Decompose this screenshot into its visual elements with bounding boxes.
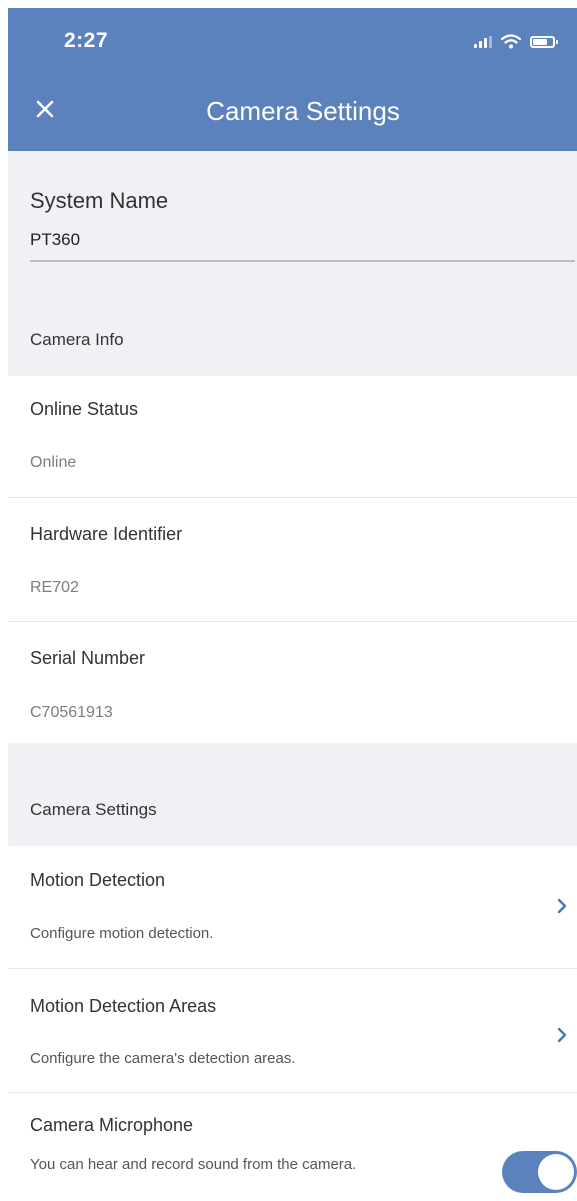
toggle-knob xyxy=(538,1154,574,1190)
serial-number-title: Serial Number xyxy=(30,648,146,668)
chevron-right-icon[interactable] xyxy=(555,896,569,916)
camera-microphone-toggle[interactable] xyxy=(502,1151,577,1193)
serial-number-value: C70561913 xyxy=(30,704,113,721)
info-row-hardware-identifier: Hardware Identifier RE702 xyxy=(8,498,577,622)
online-status-title: Online Status xyxy=(30,399,139,419)
page-title: Camera Settings xyxy=(206,96,400,126)
system-name-label: System Name xyxy=(30,188,169,213)
motion-detection-title: Motion Detection xyxy=(30,870,166,890)
hardware-identifier-value: RE702 xyxy=(30,579,79,596)
camera-settings-card: Motion Detection Configure motion detect… xyxy=(8,846,577,1201)
battery-icon xyxy=(530,35,558,48)
motion-detection-areas-subtitle: Configure the camera's detection areas. xyxy=(30,1050,296,1067)
status-bar-icons xyxy=(474,34,558,49)
info-row-serial-number: Serial Number C70561913 xyxy=(8,622,577,743)
hardware-identifier-title: Hardware Identifier xyxy=(30,524,183,544)
section-header-camera-settings: Camera Settings xyxy=(30,800,157,819)
camera-microphone-subtitle: You can hear and record sound from the c… xyxy=(30,1156,357,1173)
status-bar-time: 2:27 xyxy=(64,29,109,52)
info-row-online-status: Online Status Online xyxy=(8,376,577,498)
camera-info-card: Online Status Online Hardware Identifier… xyxy=(8,376,577,743)
settings-row-motion-detection[interactable]: Motion Detection Configure motion detect… xyxy=(8,846,577,969)
chevron-right-icon[interactable] xyxy=(555,1025,569,1045)
camera-settings-screen: 2:27 Camera Settings System Name PT360 C… xyxy=(8,8,577,1201)
wifi-icon xyxy=(501,34,521,49)
section-header-camera-info: Camera Info xyxy=(30,330,124,349)
settings-row-motion-detection-areas[interactable]: Motion Detection Areas Configure the cam… xyxy=(8,969,577,1093)
online-status-value: Online xyxy=(30,454,77,471)
motion-detection-areas-title: Motion Detection Areas xyxy=(30,996,217,1016)
app-header: 2:27 Camera Settings xyxy=(8,8,577,151)
settings-row-camera-microphone: Camera Microphone You can hear and recor… xyxy=(8,1093,577,1201)
motion-detection-subtitle: Configure motion detection. xyxy=(30,925,214,942)
system-name-input[interactable]: PT360 xyxy=(30,230,80,250)
camera-microphone-title: Camera Microphone xyxy=(30,1115,194,1135)
cellular-signal-icon xyxy=(474,35,492,48)
system-name-underline xyxy=(30,260,575,262)
